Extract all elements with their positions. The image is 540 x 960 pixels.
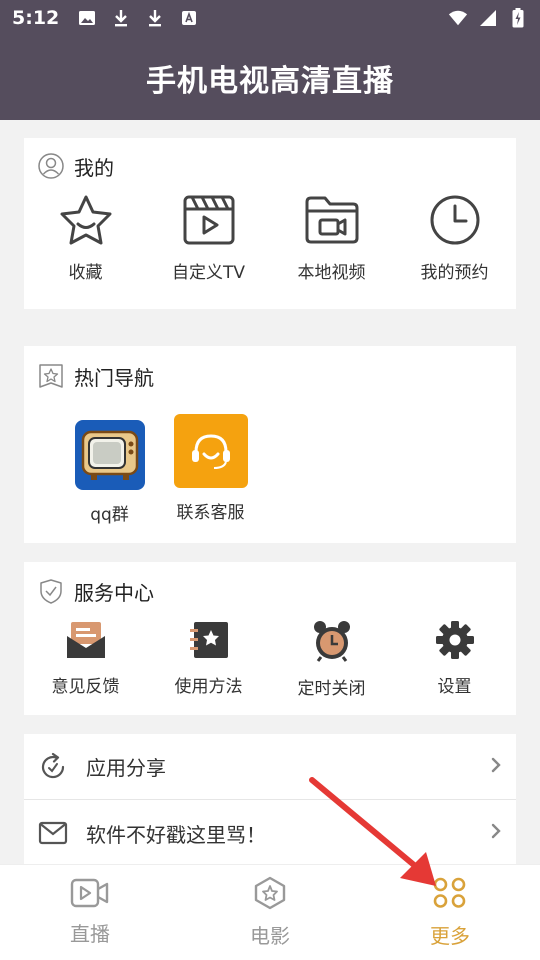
- list-card: 应用分享 软件不好戳这里骂！: [24, 734, 516, 866]
- reservations-label: 我的预约: [420, 263, 489, 283]
- customer-service-item[interactable]: 联系客服: [149, 414, 272, 525]
- battery-icon: [508, 8, 528, 28]
- clapper-play-icon: [182, 194, 236, 250]
- share-refresh-icon: [38, 752, 68, 782]
- feedback-item[interactable]: 意见反馈: [24, 620, 147, 699]
- service-card: 服务中心 意见反馈 使用方法 定时关闭 设置: [24, 562, 516, 715]
- share-app-row[interactable]: 应用分享: [24, 734, 516, 800]
- headset-icon: [173, 414, 248, 488]
- favorites-item[interactable]: 收藏: [24, 194, 147, 283]
- local-video-label: 本地视频: [297, 263, 366, 283]
- image-notification-icon: [77, 8, 97, 28]
- chevron-right-icon: [490, 822, 502, 844]
- reservations-item[interactable]: 我的预约: [393, 194, 516, 283]
- app-header: 手机电视高清直播: [0, 36, 540, 120]
- folder-video-icon: [304, 194, 360, 250]
- custom-tv-item[interactable]: 自定义TV: [147, 194, 270, 283]
- feedback-label: 意见反馈: [51, 677, 120, 697]
- service-header: 服务中心: [24, 562, 516, 620]
- shield-check-icon: [38, 578, 64, 604]
- customer-service-label: 联系客服: [176, 503, 245, 523]
- nav-more-label: 更多: [430, 924, 470, 948]
- settings-item[interactable]: 设置: [393, 620, 516, 699]
- mail-icon: [38, 818, 68, 848]
- wifi-icon: [448, 8, 468, 28]
- app-notification-icon: [179, 8, 199, 28]
- download-notification-icon: [145, 8, 165, 28]
- gear-icon: [435, 620, 475, 664]
- app-title: 手机电视高清直播: [146, 64, 394, 99]
- star-icon: [58, 194, 114, 250]
- user-icon: [38, 153, 64, 179]
- nav-movie[interactable]: 电影: [180, 865, 360, 960]
- mine-title: 我的: [74, 155, 114, 180]
- clock-icon: [429, 194, 481, 250]
- mine-header: 我的: [24, 138, 516, 194]
- sleep-timer-label: 定时关闭: [297, 679, 366, 699]
- hot-nav-card: 热门导航 qq群 联系客服: [24, 346, 516, 543]
- complaint-label: 软件不好戳这里骂！: [86, 822, 266, 847]
- bottom-nav: 直播 电影 更多: [0, 864, 540, 960]
- notebook-icon: [188, 620, 230, 664]
- complaint-row[interactable]: 软件不好戳这里骂！: [24, 800, 516, 866]
- hot-nav-header: 热门导航: [24, 346, 516, 406]
- qq-group-label: qq群: [90, 505, 129, 525]
- sleep-timer-item[interactable]: 定时关闭: [270, 620, 393, 699]
- alarm-clock-icon: [311, 620, 353, 666]
- mine-card: 我的 收藏 自定义TV 本地视频 我的预约: [24, 138, 516, 309]
- nav-more[interactable]: 更多: [360, 865, 540, 960]
- tv-icon: [74, 420, 145, 490]
- signal-icon: [478, 8, 498, 28]
- local-video-item[interactable]: 本地视频: [270, 194, 393, 283]
- live-video-icon: [70, 878, 110, 912]
- settings-label: 设置: [437, 677, 472, 697]
- custom-tv-label: 自定义TV: [171, 263, 245, 283]
- status-bar: 5:12: [0, 0, 540, 36]
- hot-nav-title: 热门导航: [74, 365, 154, 390]
- nav-live[interactable]: 直播: [0, 865, 180, 960]
- share-app-label: 应用分享: [86, 756, 166, 780]
- star-badge-icon: [38, 363, 64, 389]
- nav-live-label: 直播: [70, 922, 110, 946]
- service-title: 服务中心: [74, 580, 154, 605]
- favorites-label: 收藏: [68, 263, 103, 283]
- feedback-icon: [65, 620, 107, 664]
- status-time: 5:12: [12, 7, 60, 29]
- more-grid-icon: [432, 876, 468, 914]
- movie-hex-icon: [253, 876, 287, 914]
- usage-guide-label: 使用方法: [174, 677, 243, 697]
- chevron-right-icon: [490, 756, 502, 778]
- nav-movie-label: 电影: [250, 924, 290, 948]
- usage-guide-item[interactable]: 使用方法: [147, 620, 270, 699]
- download-notification-icon: [111, 8, 131, 28]
